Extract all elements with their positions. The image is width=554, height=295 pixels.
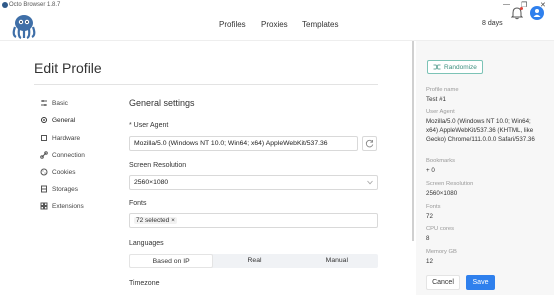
fonts-select[interactable]: 72 selected × (129, 213, 378, 228)
section-title: General settings (129, 98, 195, 108)
user-agent-label-text: User Agent (133, 122, 169, 129)
octopus-logo-icon[interactable] (10, 13, 38, 39)
bookmarks-key: Bookmarks (426, 158, 455, 164)
screen-resolution-select[interactable]: 2560×1080 (129, 175, 378, 190)
fonts-summary-value: 72 (426, 213, 433, 220)
nav-templates[interactable]: Templates (302, 20, 338, 29)
link-icon (40, 151, 48, 159)
randomize-label: Randomize (444, 63, 477, 71)
cpu-cores-key: CPU cores (426, 226, 455, 232)
sidebar-item-cookies[interactable]: Cookies (40, 166, 75, 178)
gear-icon (41, 117, 47, 123)
screen-resolution-key: Screen Resolution (426, 181, 474, 187)
sidebar-item-basic[interactable]: Basic (40, 97, 68, 109)
chip-icon (41, 135, 47, 141)
nav-profiles[interactable]: Profiles (219, 20, 246, 29)
refresh-icon (365, 139, 374, 148)
fonts-key: Fonts (426, 204, 441, 210)
sidebar-item-storages[interactable]: Storages (40, 183, 78, 195)
user-agent-key: User Agent (426, 109, 455, 115)
profile-name-value: Test #1 (426, 96, 446, 103)
user-icon (533, 9, 541, 17)
sidebar-item-hardware[interactable]: Hardware (40, 132, 80, 144)
chevron-down-icon (367, 180, 373, 185)
memory-value: 12 (426, 258, 433, 265)
subscription-days: 8 days (482, 20, 503, 27)
sidebar-item-label: Extensions (52, 202, 84, 210)
timezone-label: Timezone (129, 280, 160, 287)
title-divider (34, 84, 378, 85)
close-icon[interactable]: × (171, 217, 175, 224)
languages-segmented-control: Based on IP Real Manual (129, 254, 378, 268)
sidebar-item-connection[interactable]: Connection (40, 149, 85, 161)
avatar[interactable] (530, 6, 544, 20)
cancel-button[interactable]: Cancel (426, 275, 460, 290)
user-agent-value: Mozilla/5.0 (Windows NT 10.0; Win64; x64… (426, 118, 535, 143)
fonts-label: Fonts (129, 200, 147, 207)
nav-proxies[interactable]: Proxies (261, 20, 288, 29)
window-title: Octo Browser 1.8.7 (9, 2, 61, 8)
cookie-icon (40, 168, 48, 176)
screen-resolution-summary-value: 2560×1080 (426, 190, 458, 197)
sidebar-item-label: Hardware (52, 134, 81, 142)
fonts-chip-label: 72 selected (136, 217, 170, 224)
puzzle-icon (40, 202, 48, 210)
minimize-icon[interactable]: — (503, 1, 510, 8)
sidebar-item-label: Connection (52, 151, 85, 159)
notification-dot (520, 7, 523, 10)
top-navigation: Profiles Proxies Templates 8 days (0, 11, 554, 41)
window-titlebar: Octo Browser 1.8.7 — ❐ ✕ (0, 0, 554, 11)
scrollbar[interactable] (412, 41, 414, 241)
sidebar-item-extensions[interactable]: Extensions (40, 200, 84, 212)
refresh-user-agent-button[interactable] (362, 136, 377, 151)
language-option-based-on-ip[interactable]: Based on IP (129, 254, 214, 268)
sidebar-item-label: Basic (52, 99, 68, 107)
languages-label: Languages (129, 240, 164, 247)
fonts-chip[interactable]: 72 selected × (134, 217, 177, 224)
app-logo-icon (2, 2, 8, 8)
cpu-cores-value: 8 (426, 235, 430, 242)
language-option-manual[interactable]: Manual (296, 254, 378, 268)
bookmarks-value: + 0 (426, 167, 435, 174)
randomize-button[interactable]: Randomize (427, 60, 483, 74)
sidebar-item-label: General (52, 116, 76, 124)
user-agent-label: * User Agent (129, 122, 168, 129)
shuffle-icon (433, 64, 441, 70)
page-title: Edit Profile (34, 60, 102, 76)
database-icon (41, 185, 47, 193)
language-option-real[interactable]: Real (213, 254, 295, 268)
sidebar-item-label: Cookies (52, 168, 76, 176)
screen-resolution-value: 2560×1080 (134, 179, 169, 186)
profile-name-key: Profile name (426, 87, 459, 93)
sidebar-item-general[interactable]: General (40, 114, 75, 126)
user-agent-input[interactable]: Mozilla/5.0 (Windows NT 10.0; Win64; x64… (129, 136, 358, 151)
sidebar-item-label: Storages (52, 185, 79, 193)
memory-key: Memory GB (426, 249, 457, 255)
settings-sliders-icon (41, 100, 47, 106)
save-button[interactable]: Save (466, 275, 495, 290)
screen-resolution-label: Screen Resolution (129, 162, 187, 169)
